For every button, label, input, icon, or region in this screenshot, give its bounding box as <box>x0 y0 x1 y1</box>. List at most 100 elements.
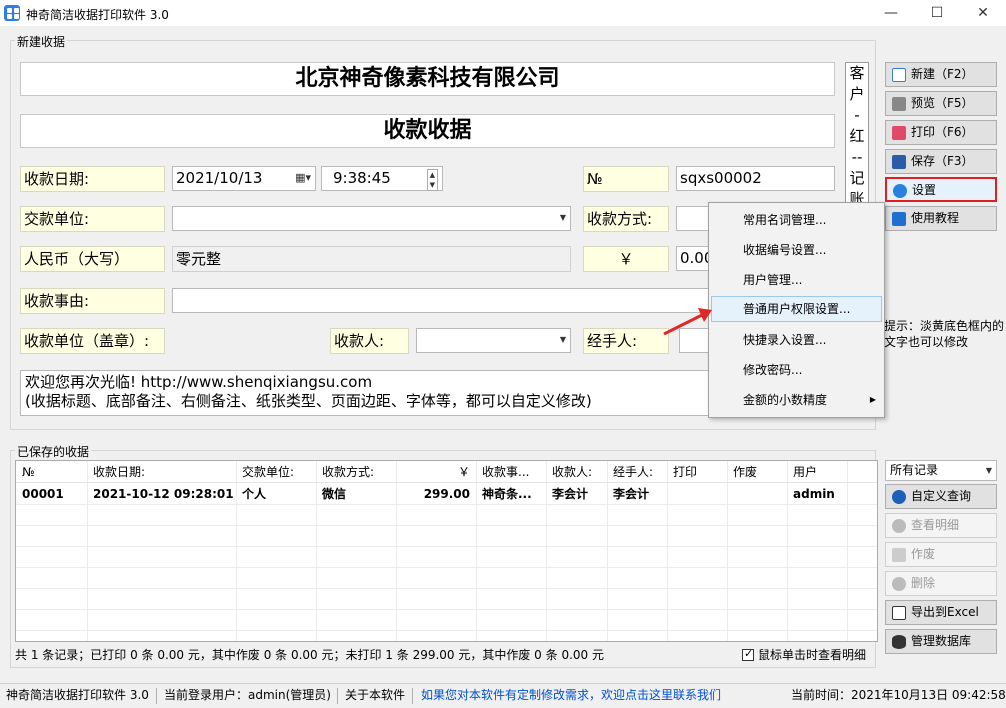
custom-query-button[interactable]: 自定义查询 <box>885 484 997 509</box>
method-label[interactable]: 收款方式: <box>583 206 669 232</box>
menu-item-user-permissions[interactable]: 普通用户权限设置... <box>711 296 882 322</box>
manage-database-button[interactable]: 管理数据库 <box>885 629 997 654</box>
footer-note-field[interactable]: 欢迎您再次光临! http://www.shenqixiangsu.com (收… <box>20 370 820 416</box>
chevron-down-icon: ▼ <box>559 213 566 222</box>
col-header[interactable]: 用户 <box>787 461 847 483</box>
magnifier-icon <box>892 518 906 533</box>
book-icon <box>892 211 906 226</box>
menu-item-common-terms[interactable]: 常用名词管理... <box>711 207 882 233</box>
click-view-label: 鼠标单击时查看明细 <box>758 648 867 662</box>
app-icon <box>4 5 20 21</box>
calendar-icon[interactable]: ▦▾ <box>295 167 311 189</box>
col-header[interactable]: № <box>16 461 86 483</box>
menu-item-decimal-precision-label: 金额的小数精度 <box>743 393 828 407</box>
menu-item-user-management[interactable]: 用户管理... <box>711 267 882 293</box>
status-current-time: 当前时间：2021年10月13日 09:42:58 <box>791 688 1006 702</box>
company-name-field[interactable]: 北京神奇像素科技有限公司 <box>20 62 835 96</box>
chevron-down-icon: ▼ <box>985 466 992 475</box>
print-button-label: 打印（F6） <box>911 125 974 139</box>
click-view-checkbox[interactable]: 鼠标单击时查看明细 <box>742 646 866 663</box>
export-excel-button[interactable]: 导出到Excel <box>885 600 997 625</box>
table-row[interactable]: 00001 2021-10-12 09:28:01 个人 微信 299.00 神… <box>16 483 877 505</box>
delete-label: 删除 <box>911 576 936 590</box>
col-header[interactable]: 收款方式: <box>316 461 396 483</box>
no-label[interactable]: № <box>583 166 669 192</box>
saved-receipts-table[interactable]: № 收款日期: 交款单位: 收款方式: ￥ 收款事... 收款人: 经手人: 打… <box>15 460 878 642</box>
receipt-no-field[interactable]: sqxs00002 <box>676 166 835 191</box>
side-char: 客 <box>849 64 865 82</box>
minimize-button[interactable]: — <box>868 0 914 26</box>
cell-date: 2021-10-12 09:28:01 <box>93 487 234 501</box>
time-value: 9:38:45 <box>333 169 391 187</box>
yen-label[interactable]: ￥ <box>583 246 669 272</box>
about-link[interactable]: 关于本软件 <box>345 684 405 706</box>
side-char: - <box>854 106 860 124</box>
print-button[interactable]: 打印（F6） <box>885 120 997 145</box>
date-label[interactable]: 收款日期: <box>20 166 165 192</box>
record-filter-select[interactable]: 所有记录 ▼ <box>885 460 997 481</box>
cell-method: 微信 <box>322 487 347 501</box>
unit-label[interactable]: 收款单位（盖章）: <box>20 328 165 354</box>
reason-field[interactable] <box>172 288 716 313</box>
summary-text: 共 1 条记录；已打印 0 条 0.00 元，其中作废 0 条 0.00 元；未… <box>15 648 604 662</box>
void-button[interactable]: 作废 <box>885 542 997 567</box>
tutorial-button-label: 使用教程 <box>911 211 960 225</box>
receiver-label[interactable]: 收款人: <box>330 328 409 354</box>
col-header[interactable]: 打印 <box>667 461 727 483</box>
col-header[interactable]: 收款日期: <box>87 461 235 483</box>
payer-label[interactable]: 交款单位: <box>20 206 165 232</box>
settings-dropdown-menu: 常用名词管理... 收据编号设置... 用户管理... 普通用户权限设置... … <box>708 202 885 418</box>
rmb-uppercase-field: 零元整 <box>172 246 571 272</box>
menu-item-receipt-number[interactable]: 收据编号设置... <box>711 237 882 263</box>
col-header[interactable]: ￥ <box>396 461 470 483</box>
tutorial-button[interactable]: 使用教程 <box>885 206 997 231</box>
delete-button[interactable]: 删除 <box>885 571 997 596</box>
col-header[interactable]: 收款人: <box>546 461 607 483</box>
save-button[interactable]: 保存（F3） <box>885 149 997 174</box>
footer-note-line2: (收据标题、底部备注、右侧备注、纸张类型、页面边距、字体等，都可以自定义修改) <box>25 392 592 410</box>
menu-item-quick-entry[interactable]: 快捷录入设置... <box>711 327 882 353</box>
close-button[interactable]: ✕ <box>960 0 1006 26</box>
col-header[interactable]: 交款单位: <box>236 461 316 483</box>
record-filter-value: 所有记录 <box>890 463 939 477</box>
cell-payer: 个人 <box>242 487 267 501</box>
checkbox-checked-icon[interactable] <box>742 647 754 661</box>
time-spinner-icon[interactable]: ▲ ▼ <box>426 169 438 191</box>
settings-button[interactable]: 设置 <box>885 177 997 202</box>
side-copy-label[interactable]: 客 户 - 红 -- 记 账 <box>845 62 869 212</box>
receipt-title-field[interactable]: 收款收据 <box>20 114 835 148</box>
side-char: 记 <box>849 169 865 187</box>
void-icon <box>892 547 906 562</box>
custom-query-label: 自定义查询 <box>911 489 972 503</box>
contact-link[interactable]: 如果您对本软件有定制修改需求，欢迎点击这里联系我们 <box>421 684 721 706</box>
maximize-button[interactable]: ☐ <box>914 0 960 26</box>
footer-note-line1: 欢迎您再次光临! http://www.shenqixiangsu.com <box>25 373 373 391</box>
payer-select[interactable]: ▼ <box>172 206 571 231</box>
new-button[interactable]: 新建（F2） <box>885 62 997 87</box>
annotation-arrow-icon <box>663 308 712 336</box>
menu-item-decimal-precision[interactable]: 金额的小数精度 ▶ <box>711 387 882 413</box>
time-picker[interactable]: 9:38:45 ▲ ▼ <box>321 166 443 191</box>
reason-label[interactable]: 收款事由: <box>20 288 165 314</box>
menu-item-change-password[interactable]: 修改密码... <box>711 357 882 383</box>
status-app-name: 神奇简洁收据打印软件 3.0 <box>6 688 149 702</box>
status-current-user: 当前登录用户：admin(管理员) <box>164 688 331 702</box>
cell-amount: 299.00 <box>423 487 470 501</box>
col-header[interactable]: 收款事... <box>476 461 546 483</box>
cell-handler: 李会计 <box>613 487 650 501</box>
col-header[interactable]: 经手人: <box>607 461 667 483</box>
search-icon <box>892 489 906 504</box>
date-picker[interactable]: 2021/10/13 ▦▾ <box>172 166 316 191</box>
cell-no: 00001 <box>22 487 64 501</box>
col-header[interactable]: 作废 <box>727 461 787 483</box>
rmb-label[interactable]: 人民币（大写） <box>20 246 165 272</box>
hint-text: 提示：淡黄底色框内的文字也可以修改 <box>884 319 1005 349</box>
printer-icon <box>892 125 906 140</box>
handler-label[interactable]: 经手人: <box>583 328 669 354</box>
side-char: 红 <box>849 127 865 145</box>
preview-button[interactable]: 预览（F5） <box>885 91 997 116</box>
save-button-label: 保存（F3） <box>911 154 974 168</box>
view-detail-button[interactable]: 查看明细 <box>885 513 997 538</box>
side-char: 户 <box>849 85 865 103</box>
receiver-select[interactable]: ▼ <box>416 328 571 353</box>
